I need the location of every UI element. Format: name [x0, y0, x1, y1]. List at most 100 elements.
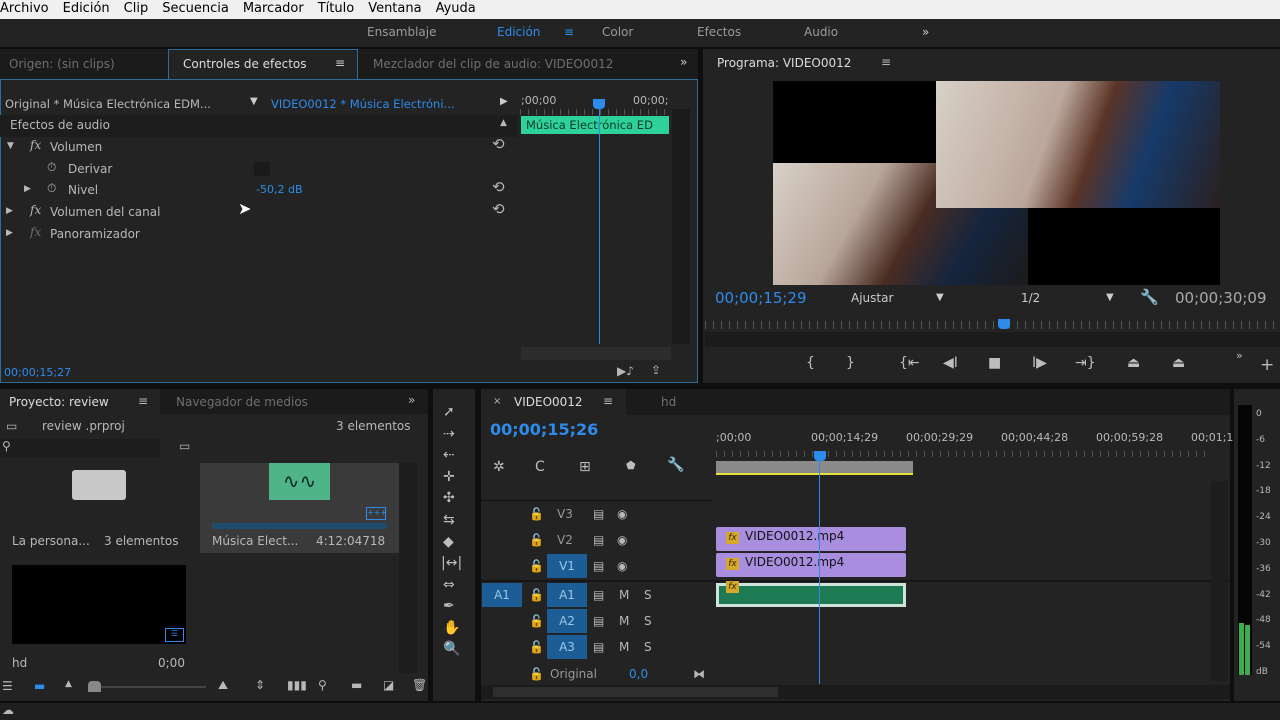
stopwatch-icon[interactable]: ⏱: [47, 160, 56, 175]
export-icon[interactable]: ⇪: [651, 363, 661, 377]
sync-lock-icon[interactable]: ▤: [593, 559, 604, 573]
panel-menu-icon[interactable]: ≡: [138, 394, 148, 408]
timeline-timecode[interactable]: 00;00;15;26: [490, 420, 598, 439]
lock-icon[interactable]: 🔓: [529, 533, 544, 547]
workspace-color[interactable]: Color: [602, 25, 633, 39]
track-label[interactable]: V3: [557, 507, 573, 521]
list-view-icon[interactable]: ☰: [2, 679, 13, 693]
project-item-sequence[interactable]: ☰: [12, 565, 186, 644]
fit-dropdown[interactable]: Ajustar: [851, 291, 893, 305]
snap-icon[interactable]: ✲: [493, 459, 505, 475]
marker-icon[interactable]: ⬟: [626, 459, 636, 472]
expand-pan-icon[interactable]: ▶: [6, 228, 13, 238]
sort-icon[interactable]: ⇕: [255, 678, 265, 692]
timeline-vertical-scrollbar[interactable]: [1211, 481, 1228, 681]
stop-icon[interactable]: ■: [988, 355, 1001, 371]
slip-icon[interactable]: |↔|: [441, 555, 462, 571]
mute-button[interactable]: M: [619, 640, 629, 654]
lock-icon[interactable]: 🔓: [529, 667, 544, 681]
program-playhead[interactable]: [998, 319, 1010, 329]
expand-canal-icon[interactable]: ▶: [6, 206, 13, 216]
pen-icon[interactable]: ✒: [443, 598, 455, 614]
playhead-handle[interactable]: [593, 99, 605, 109]
expand-nivel-icon[interactable]: ▶: [24, 184, 31, 194]
fx-icon[interactable]: fx: [30, 203, 41, 217]
go-to-end-icon[interactable]: ⧓: [693, 667, 705, 681]
search-input[interactable]: [0, 439, 160, 457]
clip-v2[interactable]: fx VIDEO0012.mp4: [716, 527, 906, 551]
project-item-folder[interactable]: La persona... 3 elementos: [0, 463, 200, 553]
track-select-backward-icon[interactable]: ⇠: [443, 447, 455, 463]
reset-icon[interactable]: ⟲: [492, 178, 505, 196]
stopwatch-icon[interactable]: ⏱: [47, 181, 56, 196]
menu-titulo[interactable]: Título: [318, 0, 362, 19]
icon-view-icon[interactable]: ▬: [34, 679, 45, 693]
master-value[interactable]: 0,0: [629, 667, 648, 681]
menu-edicion[interactable]: Edición: [63, 0, 118, 19]
workspace-more-button[interactable]: »: [922, 25, 929, 39]
fx-icon[interactable]: fx: [30, 138, 41, 152]
tab-media-browser[interactable]: Navegador de medios: [176, 395, 308, 409]
workspace-audio[interactable]: Audio: [804, 25, 838, 39]
track-label[interactable]: V2: [557, 533, 573, 547]
hand-icon[interactable]: ✋: [443, 620, 460, 636]
reset-icon[interactable]: ⟲: [492, 135, 505, 153]
sync-lock-icon[interactable]: ▤: [593, 614, 604, 628]
eye-icon[interactable]: ◉: [617, 533, 627, 547]
source-patch-a1[interactable]: A1: [482, 583, 522, 607]
ripple-edit-icon[interactable]: ✛: [443, 469, 455, 485]
timeline-settings-icon[interactable]: 🔧: [667, 457, 684, 473]
program-time-ruler[interactable]: [705, 321, 1280, 329]
menu-archivo[interactable]: Archivo: [0, 0, 57, 19]
solo-button[interactable]: S: [644, 640, 652, 654]
lock-icon[interactable]: 🔓: [529, 588, 544, 602]
track-target-a3[interactable]: A3: [547, 635, 587, 659]
sync-lock-icon[interactable]: ▤: [593, 640, 604, 654]
clip-v1[interactable]: fx VIDEO0012.mp4: [716, 553, 906, 577]
lock-icon[interactable]: 🔓: [529, 507, 544, 521]
expand-volumen-icon[interactable]: ▼: [7, 141, 14, 151]
chevron-down-icon[interactable]: ▼: [1106, 292, 1114, 303]
rate-stretch-icon[interactable]: ⇆: [443, 512, 455, 528]
vertical-scrollbar[interactable]: [672, 109, 690, 344]
track-target-v1[interactable]: V1: [547, 554, 587, 578]
tab-project[interactable]: Proyecto: review: [9, 395, 109, 409]
eye-icon[interactable]: ◉: [617, 507, 627, 521]
lift-icon[interactable]: ⏏: [1127, 355, 1140, 371]
menu-ventana[interactable]: Ventana: [368, 0, 429, 19]
sync-lock-icon[interactable]: ▤: [593, 588, 604, 602]
thumbnail-size-slider[interactable]: [88, 686, 206, 688]
panel-menu-icon[interactable]: ≡: [881, 55, 891, 69]
timeline-playhead-handle[interactable]: [814, 451, 826, 461]
tab-source[interactable]: Origen: (sin clips): [9, 57, 115, 71]
new-item-icon[interactable]: ◪: [383, 678, 394, 692]
sequence-clip-link[interactable]: VIDEO0012 * Música Electróni...: [271, 97, 455, 111]
lock-icon[interactable]: 🔓: [529, 614, 544, 628]
tab-effect-controls[interactable]: Controles de efectos: [183, 57, 307, 71]
chevron-down-icon[interactable]: ▼: [936, 292, 944, 303]
slide-icon[interactable]: ⇔: [443, 577, 455, 593]
eye-icon[interactable]: ◉: [617, 559, 627, 573]
menu-clip[interactable]: Clip: [124, 0, 157, 19]
project-scrollbar[interactable]: [399, 463, 417, 673]
automate-icon[interactable]: ▮▮▮: [287, 678, 307, 692]
ruler-ticks[interactable]: [716, 451, 1211, 457]
wrench-icon[interactable]: 🔧: [1140, 288, 1159, 306]
timeline-horizontal-scrollbar[interactable]: [481, 685, 1230, 699]
new-bin-search-icon[interactable]: ▭: [179, 439, 190, 453]
trash-icon[interactable]: 🗑: [412, 678, 427, 692]
step-forward-icon[interactable]: I▶: [1032, 355, 1047, 371]
more-controls-icon[interactable]: »: [1236, 349, 1243, 362]
resolution-dropdown[interactable]: 1/2: [1021, 291, 1040, 305]
extract-icon[interactable]: ⏏: [1172, 355, 1185, 371]
add-button-icon[interactable]: +: [1260, 355, 1274, 375]
track-target-a1[interactable]: A1: [547, 583, 587, 607]
menu-marcador[interactable]: Marcador: [243, 0, 312, 19]
horizontal-scrollbar[interactable]: [521, 347, 671, 360]
bypass-checkbox[interactable]: [254, 162, 270, 176]
video-preview[interactable]: [773, 81, 1220, 285]
mark-out-icon[interactable]: }: [846, 355, 855, 371]
go-to-out-icon[interactable]: ⇥}: [1075, 355, 1096, 371]
scroll-up-icon[interactable]: ▲: [500, 118, 507, 128]
step-back-icon[interactable]: ◀I: [943, 355, 958, 371]
